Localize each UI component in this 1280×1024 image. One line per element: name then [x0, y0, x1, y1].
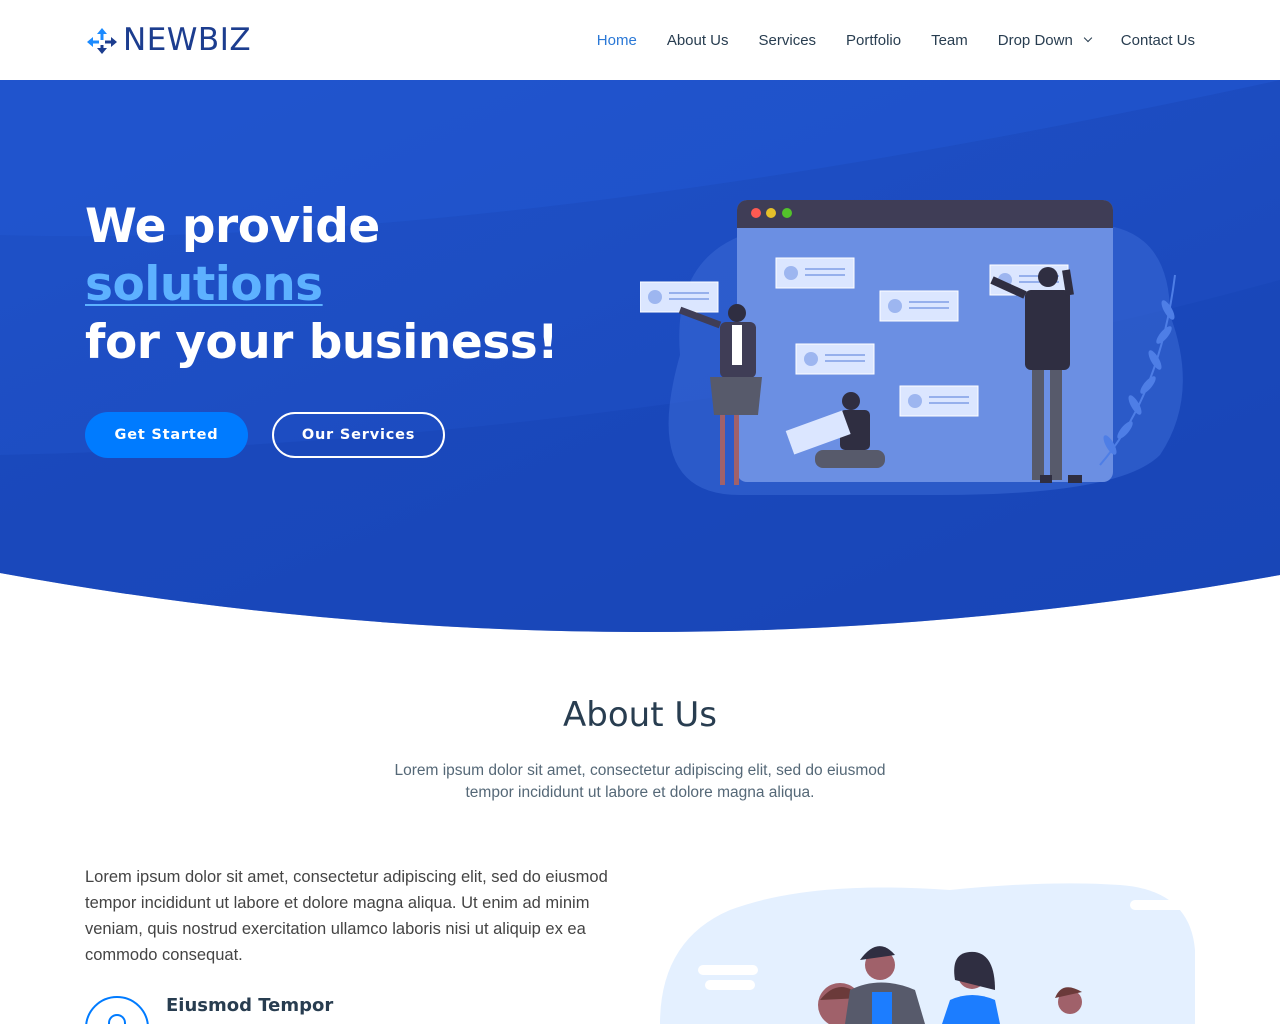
nav-dropdown[interactable]: Drop Down	[997, 31, 1093, 49]
main-nav: Home About Us Services Portfolio Team Dr…	[567, 0, 1195, 80]
about-title: About Us	[563, 695, 717, 735]
hero-illustration	[640, 200, 1183, 495]
about-illustration	[660, 883, 1200, 1024]
brand-name: NEWBIZ	[123, 22, 252, 58]
hero-title: We provide solutions for your business!	[85, 198, 559, 372]
nav-home[interactable]: Home	[597, 32, 637, 49]
nav-about[interactable]: About Us	[667, 32, 729, 49]
nav-dropdown-label: Drop Down	[997, 31, 1073, 49]
about-body: Lorem ipsum dolor sit amet, consectetur …	[85, 868, 608, 964]
hero-title-line3: for your business!	[85, 315, 559, 370]
arrows-expand-icon	[87, 28, 117, 54]
hero-title-line1: We provide	[85, 199, 380, 254]
nav-portfolio[interactable]: Portfolio	[846, 32, 901, 49]
hero-section: We provide solutions for your business! …	[0, 80, 1280, 640]
site-header: NEWBIZ Home About Us Services Portfolio …	[0, 0, 1280, 80]
feature-title: Eiusmod Tempor	[166, 995, 334, 1016]
hero-title-highlight: solutions	[85, 257, 323, 312]
about-subtitle: Lorem ipsum dolor sit amet, consectetur …	[394, 762, 886, 801]
get-started-button[interactable]: Get Started	[85, 412, 248, 458]
nav-team[interactable]: Team	[931, 32, 968, 49]
logo[interactable]: NEWBIZ	[85, 22, 251, 58]
chevron-down-icon	[1083, 33, 1093, 43]
nav-services[interactable]: Services	[759, 32, 817, 49]
nav-contact[interactable]: Contact Us	[1121, 32, 1195, 49]
our-services-button[interactable]: Our Services	[272, 412, 445, 458]
